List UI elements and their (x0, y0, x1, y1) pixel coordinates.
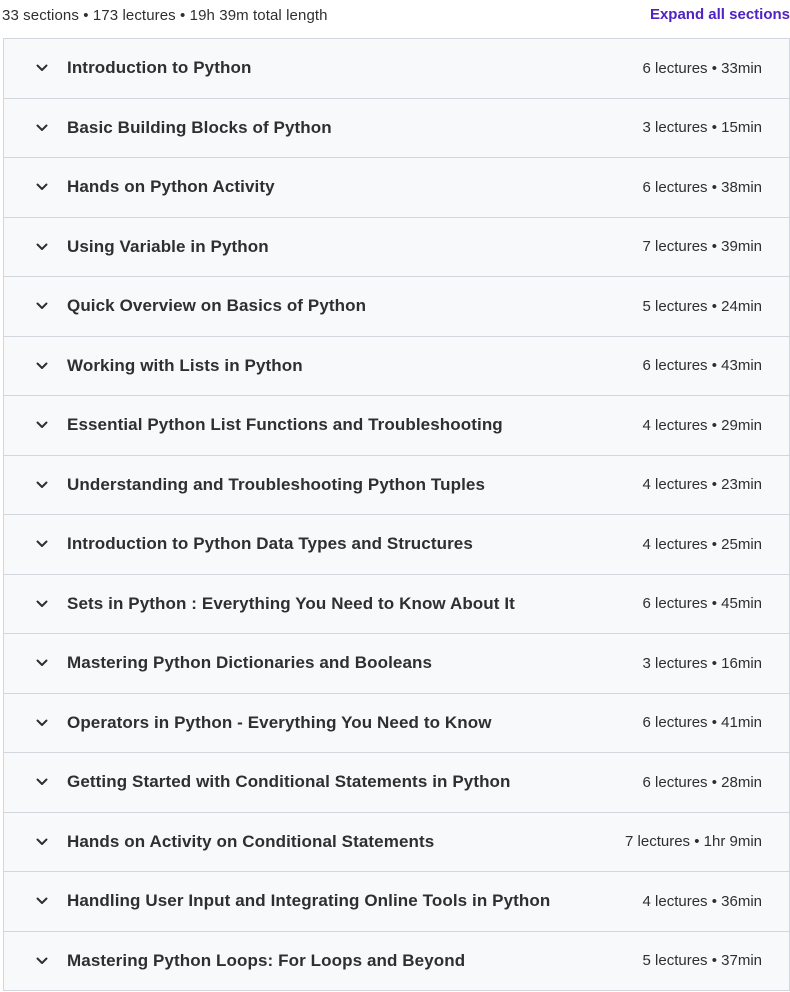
chevron-down-icon (35, 359, 49, 373)
section-title: Operators in Python - Everything You Nee… (67, 712, 492, 732)
section-title: Understanding and Troubleshooting Python… (67, 474, 486, 494)
section-row[interactable]: Mastering Python Loops: For Loops and Be… (4, 931, 789, 991)
section-lecture-count: 6 lectures • 45min (642, 595, 762, 613)
section-title: Hands on Activity on Conditional Stateme… (67, 831, 435, 851)
section-lecture-count: 5 lectures • 37min (642, 952, 762, 970)
chevron-down-icon (35, 894, 49, 908)
section-lecture-count: 6 lectures • 41min (642, 714, 762, 732)
section-row[interactable]: Handling User Input and Integrating Onli… (4, 872, 789, 932)
section-row[interactable]: Basic Building Blocks of Python 3 lectur… (4, 98, 789, 158)
chevron-down-icon (35, 240, 49, 254)
section-lecture-count: 6 lectures • 28min (642, 773, 762, 791)
section-title: Mastering Python Loops: For Loops and Be… (67, 950, 466, 970)
chevron-down-icon (35, 835, 49, 849)
chevron-down-icon (35, 299, 49, 313)
section-row[interactable]: Introduction to Python 6 lectures • 33mi… (4, 39, 789, 99)
section-row[interactable]: Using Variable in Python 7 lectures • 39… (4, 217, 789, 277)
curriculum-summary-bar: 33 sections • 173 lectures • 19h 39m tot… (0, 0, 790, 38)
section-title: Handling User Input and Integrating Onli… (67, 891, 551, 911)
section-row[interactable]: Mastering Python Dictionaries and Boolea… (4, 634, 789, 694)
section-row[interactable]: Hands on Python Activity 6 lectures • 38… (4, 158, 789, 218)
curriculum-section-list: Introduction to Python 6 lectures • 33mi… (3, 38, 790, 991)
chevron-down-icon (35, 597, 49, 611)
section-lecture-count: 3 lectures • 15min (642, 119, 762, 137)
chevron-down-icon (35, 121, 49, 135)
section-row[interactable]: Understanding and Troubleshooting Python… (4, 455, 789, 515)
chevron-down-icon (35, 775, 49, 789)
section-lecture-count: 3 lectures • 16min (642, 654, 762, 672)
section-row[interactable]: Getting Started with Conditional Stateme… (4, 753, 789, 813)
section-row[interactable]: Operators in Python - Everything You Nee… (4, 693, 789, 753)
section-lecture-count: 7 lectures • 39min (642, 238, 762, 256)
section-lecture-count: 5 lectures • 24min (642, 297, 762, 315)
section-lecture-count: 6 lectures • 38min (642, 178, 762, 196)
section-lecture-count: 7 lectures • 1hr 9min (625, 833, 762, 851)
section-title: Essential Python List Functions and Trou… (67, 415, 503, 435)
section-title: Hands on Python Activity (67, 177, 275, 197)
section-lecture-count: 6 lectures • 43min (642, 357, 762, 375)
chevron-down-icon (35, 954, 49, 968)
chevron-down-icon (35, 61, 49, 75)
section-title: Quick Overview on Basics of Python (67, 296, 367, 316)
section-title: Working with Lists in Python (67, 355, 303, 375)
section-lecture-count: 6 lectures • 33min (642, 59, 762, 77)
section-title: Basic Building Blocks of Python (67, 117, 332, 137)
section-title: Sets in Python : Everything You Need to … (67, 593, 515, 613)
section-title: Introduction to Python Data Types and St… (67, 534, 473, 554)
section-lecture-count: 4 lectures • 23min (642, 476, 762, 494)
section-lecture-count: 4 lectures • 25min (642, 535, 762, 553)
section-row[interactable]: Working with Lists in Python 6 lectures … (4, 336, 789, 396)
chevron-down-icon (35, 418, 49, 432)
section-row[interactable]: Quick Overview on Basics of Python 5 lec… (4, 277, 789, 337)
section-row[interactable]: Hands on Activity on Conditional Stateme… (4, 812, 789, 872)
chevron-down-icon (35, 716, 49, 730)
section-row[interactable]: Introduction to Python Data Types and St… (4, 515, 789, 575)
section-lecture-count: 4 lectures • 36min (642, 892, 762, 910)
section-row[interactable]: Essential Python List Functions and Trou… (4, 396, 789, 456)
chevron-down-icon (35, 180, 49, 194)
chevron-down-icon (35, 478, 49, 492)
section-lecture-count: 4 lectures • 29min (642, 416, 762, 434)
section-title: Mastering Python Dictionaries and Boolea… (67, 653, 433, 673)
chevron-down-icon (35, 537, 49, 551)
course-summary-text: 33 sections • 173 lectures • 19h 39m tot… (2, 7, 328, 24)
section-row[interactable]: Sets in Python : Everything You Need to … (4, 574, 789, 634)
section-title: Introduction to Python (67, 58, 252, 78)
section-title: Using Variable in Python (67, 236, 269, 256)
chevron-down-icon (35, 656, 49, 670)
section-title: Getting Started with Conditional Stateme… (67, 772, 511, 792)
expand-all-sections-button[interactable]: Expand all sections (650, 6, 790, 23)
